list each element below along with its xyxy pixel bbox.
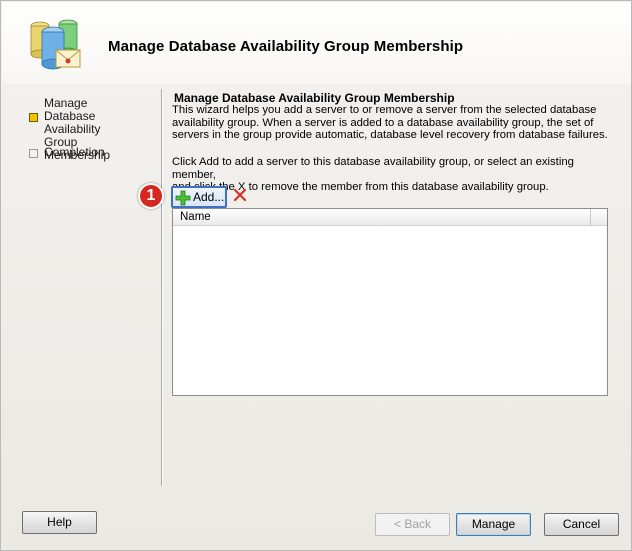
panel-divider bbox=[161, 89, 162, 486]
wizard-title: Manage Database Availability Group Membe… bbox=[108, 38, 464, 55]
description-line: servers in the group provide automatic, … bbox=[172, 129, 608, 141]
step-label-line: Manage Database bbox=[44, 96, 96, 123]
database-group-icon bbox=[30, 19, 81, 70]
cancel-button[interactable]: Cancel bbox=[544, 513, 619, 536]
help-button[interactable]: Help bbox=[22, 511, 97, 534]
description-text: This wizard helps you add a server to or… bbox=[172, 104, 612, 142]
wizard-header: Manage Database Availability Group Membe… bbox=[2, 2, 631, 84]
list-header: Name bbox=[173, 209, 607, 226]
add-button-label: Add... bbox=[193, 190, 225, 204]
step-label: Completion bbox=[44, 146, 105, 159]
section-title: Manage Database Availability Group Membe… bbox=[174, 91, 455, 105]
column-separator[interactable] bbox=[590, 209, 591, 225]
current-step-icon bbox=[29, 113, 38, 122]
manage-button[interactable]: Manage bbox=[456, 513, 531, 536]
description-line: availability group. When a server is add… bbox=[172, 116, 594, 129]
pending-step-icon bbox=[29, 149, 38, 158]
back-button[interactable]: < Back bbox=[375, 513, 450, 536]
add-button[interactable]: Add... bbox=[171, 186, 227, 208]
step-label-line: Completion bbox=[44, 145, 105, 159]
description-line: This wizard helps you add a server to or… bbox=[172, 104, 597, 116]
instruction-line: Click Add to add a server to this databa… bbox=[172, 156, 574, 181]
wizard-dialog: Manage Database Availability Group Membe… bbox=[0, 0, 632, 551]
column-header-name[interactable]: Name bbox=[180, 211, 211, 223]
step-callout-badge: 1 bbox=[138, 183, 164, 209]
red-x-icon[interactable] bbox=[233, 188, 247, 202]
green-plus-icon bbox=[175, 190, 191, 206]
member-list[interactable]: Name bbox=[172, 208, 608, 396]
